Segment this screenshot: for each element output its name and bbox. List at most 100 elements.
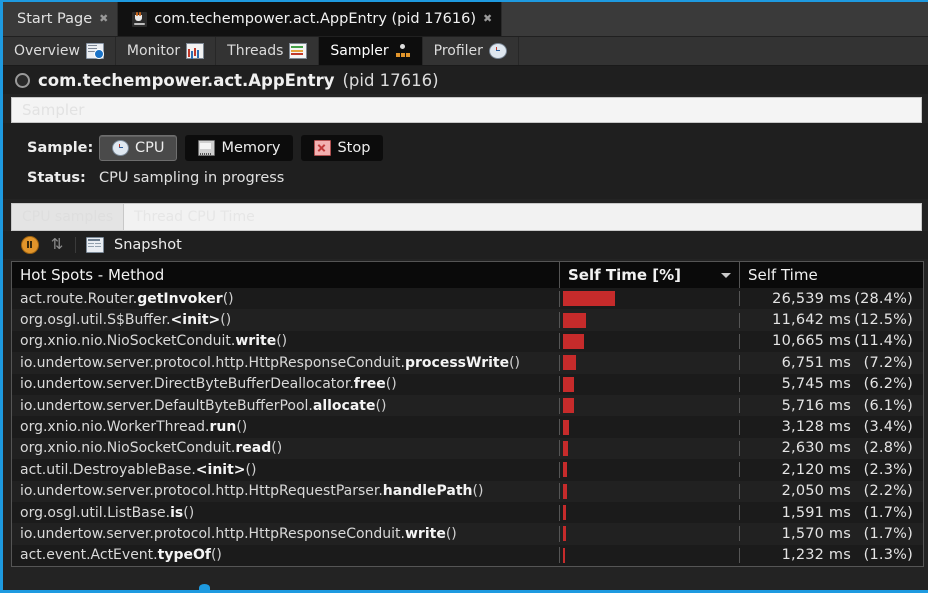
process-circle-icon: [15, 72, 30, 88]
table-row[interactable]: io.undertow.server.protocol.http.HttpRes…: [12, 523, 923, 545]
cell-self-time-pct-bar: [560, 398, 740, 414]
table-row[interactable]: act.util.DestroyableBase. <init> () 2,120 …: [12, 459, 923, 481]
self-time-ms: 1,591 ms: [781, 504, 851, 521]
method-parens: (): [445, 525, 457, 542]
doc-tab-start-page[interactable]: Start Page ✖: [3, 2, 119, 36]
table-row[interactable]: org.xnio.nio.NioSocketConduit. write () 10…: [12, 330, 923, 353]
cell-method: act.event.ActEvent. typeOf (): [12, 547, 560, 564]
sort-descending-icon: [721, 272, 731, 278]
doc-tab-appentry[interactable]: com.techempower.act.AppEntry (pid 17616)…: [118, 2, 503, 36]
cell-self-time-pct-bar: [560, 419, 740, 435]
cell-self-time-pct-bar: [560, 312, 740, 328]
self-time-bar: [563, 505, 567, 521]
cell-self-time-pct-bar: [560, 547, 740, 563]
cell-self-time-pct-bar: [560, 440, 740, 456]
tab-profiler[interactable]: Profiler: [422, 37, 519, 65]
table-row[interactable]: io.undertow.server.DefaultByteBufferPool…: [12, 394, 923, 417]
cell-self-time-pct-bar: [560, 483, 740, 499]
view-tab-label: Overview: [14, 43, 80, 59]
memory-sample-button[interactable]: Memory: [185, 135, 294, 161]
method-package: io.undertow.server.protocol.http.HttpReq…: [20, 483, 383, 500]
method-package: org.osgl.util.S$Buffer.: [20, 312, 171, 329]
self-time-percent: (1.7%): [863, 504, 913, 521]
sampler-ghost-strip: Sampler: [11, 97, 922, 123]
self-time-bar: [563, 462, 568, 478]
self-time-ms: 2,050 ms: [781, 483, 851, 500]
table-row[interactable]: act.event.ActEvent. typeOf () 1,232 ms (1.3…: [12, 544, 923, 567]
monitor-icon: [186, 43, 205, 59]
self-time-bar: [563, 547, 566, 563]
table-row[interactable]: org.osgl.util.ListBase. is () 1,591 ms (1.7…: [12, 501, 923, 524]
subtab-label: Thread CPU Time: [134, 209, 255, 225]
stop-button[interactable]: Stop: [301, 135, 384, 161]
method-name: free: [353, 376, 386, 393]
method-name: allocate: [312, 397, 376, 414]
table-row[interactable]: org.xnio.nio.NioSocketConduit. read () 2,6…: [12, 437, 923, 460]
method-package: io.undertow.server.DirectByteBufferDeall…: [20, 376, 354, 393]
toolbar-separator: [75, 237, 76, 253]
sampler-icon: [395, 44, 411, 58]
table-row[interactable]: org.xnio.nio.WorkerThread. run () 3,128 ms…: [12, 416, 923, 438]
self-time-bar: [563, 419, 570, 435]
cell-method: io.undertow.server.DirectByteBufferDeall…: [12, 376, 560, 393]
snapshot-icon[interactable]: [86, 237, 104, 253]
table-row[interactable]: act.route.Router. getInvoker () 26,539 ms(…: [12, 288, 923, 310]
cell-method: act.route.Router. getInvoker (): [12, 290, 560, 307]
table-row[interactable]: io.undertow.server.protocol.http.HttpReq…: [12, 480, 923, 502]
close-icon[interactable]: ✖: [483, 13, 492, 24]
column-header-self-time[interactable]: Self Time: [740, 262, 923, 288]
resize-handle-dot[interactable]: [199, 584, 210, 590]
cpu-button-label: CPU: [135, 140, 165, 156]
subtab-cpu-samples[interactable]: CPU samples: [12, 204, 125, 230]
method-package: org.xnio.nio.NioSocketConduit.: [20, 333, 236, 350]
cell-self-time: 1,232 ms (1.3%): [740, 547, 923, 563]
cell-method: org.osgl.util.S$Buffer. <init> (): [12, 312, 560, 329]
hot-spots-table: Hot Spots - Method Self Time [%] Self Ti…: [11, 261, 924, 568]
method-parens: (): [509, 354, 521, 371]
refresh-icon[interactable]: ⇅: [49, 237, 65, 253]
method-package: act.util.DestroyableBase.: [20, 461, 196, 478]
doc-tab-label: com.techempower.act.AppEntry (pid 17616): [154, 11, 477, 27]
status-label: Status:: [27, 170, 86, 186]
method-package: io.undertow.server.protocol.http.HttpRes…: [20, 525, 405, 542]
tab-monitor[interactable]: Monitor: [115, 37, 217, 65]
column-header-method[interactable]: Hot Spots - Method: [12, 262, 560, 288]
method-parens: (): [236, 419, 248, 436]
method-name: is: [170, 504, 184, 521]
table-row[interactable]: io.undertow.server.DirectByteBufferDeall…: [12, 373, 923, 395]
method-parens: (): [220, 312, 232, 329]
self-time-percent: (2.3%): [863, 461, 913, 478]
pause-icon[interactable]: [21, 236, 39, 254]
self-time-bar: [563, 355, 577, 371]
cell-method: org.xnio.nio.WorkerThread. run (): [12, 419, 560, 436]
column-header-self-time-pct[interactable]: Self Time [%]: [560, 262, 740, 288]
status-value: CPU sampling in progress: [99, 170, 285, 186]
self-time-percent: (12.5%): [854, 312, 913, 329]
cell-method: org.xnio.nio.NioSocketConduit. read (): [12, 440, 560, 457]
cell-self-time: 11,642 ms (12.5%): [740, 312, 923, 328]
self-time-ms: 26,539 ms: [772, 290, 851, 307]
method-name: getInvoker: [137, 290, 223, 307]
self-time-percent: (2.2%): [863, 483, 913, 500]
subtab-thread-cpu-time[interactable]: Thread CPU Time: [124, 204, 265, 230]
cell-method: io.undertow.server.DefaultByteBufferPool…: [12, 397, 560, 414]
cell-self-time-pct-bar: [560, 376, 740, 392]
table-row[interactable]: io.undertow.server.protocol.http.HttpRes…: [12, 352, 923, 374]
tab-threads[interactable]: Threads: [216, 37, 320, 65]
snapshot-button[interactable]: Snapshot: [114, 237, 182, 253]
self-time-percent: (1.7%): [863, 525, 913, 542]
cell-self-time-pct-bar: [560, 526, 740, 542]
method-parens: (): [375, 397, 387, 414]
cpu-sample-button[interactable]: CPU: [99, 135, 178, 161]
page-title-pid: (pid 17616): [342, 70, 439, 90]
self-time-bar: [563, 312, 586, 328]
table-row[interactable]: org.osgl.util.S$Buffer. <init> () 11,642 m…: [12, 309, 923, 331]
tab-overview[interactable]: Overview: [3, 37, 116, 65]
cell-self-time: 3,128 ms (3.4%): [740, 419, 923, 435]
tab-sampler[interactable]: Sampler: [319, 37, 423, 65]
self-time-ms: 2,630 ms: [781, 440, 851, 457]
method-name: processWrite: [405, 354, 510, 371]
close-icon[interactable]: ✖: [99, 13, 108, 24]
method-package: io.undertow.server.DefaultByteBufferPool…: [20, 397, 313, 414]
cell-self-time: 2,050 ms (2.2%): [740, 483, 923, 499]
